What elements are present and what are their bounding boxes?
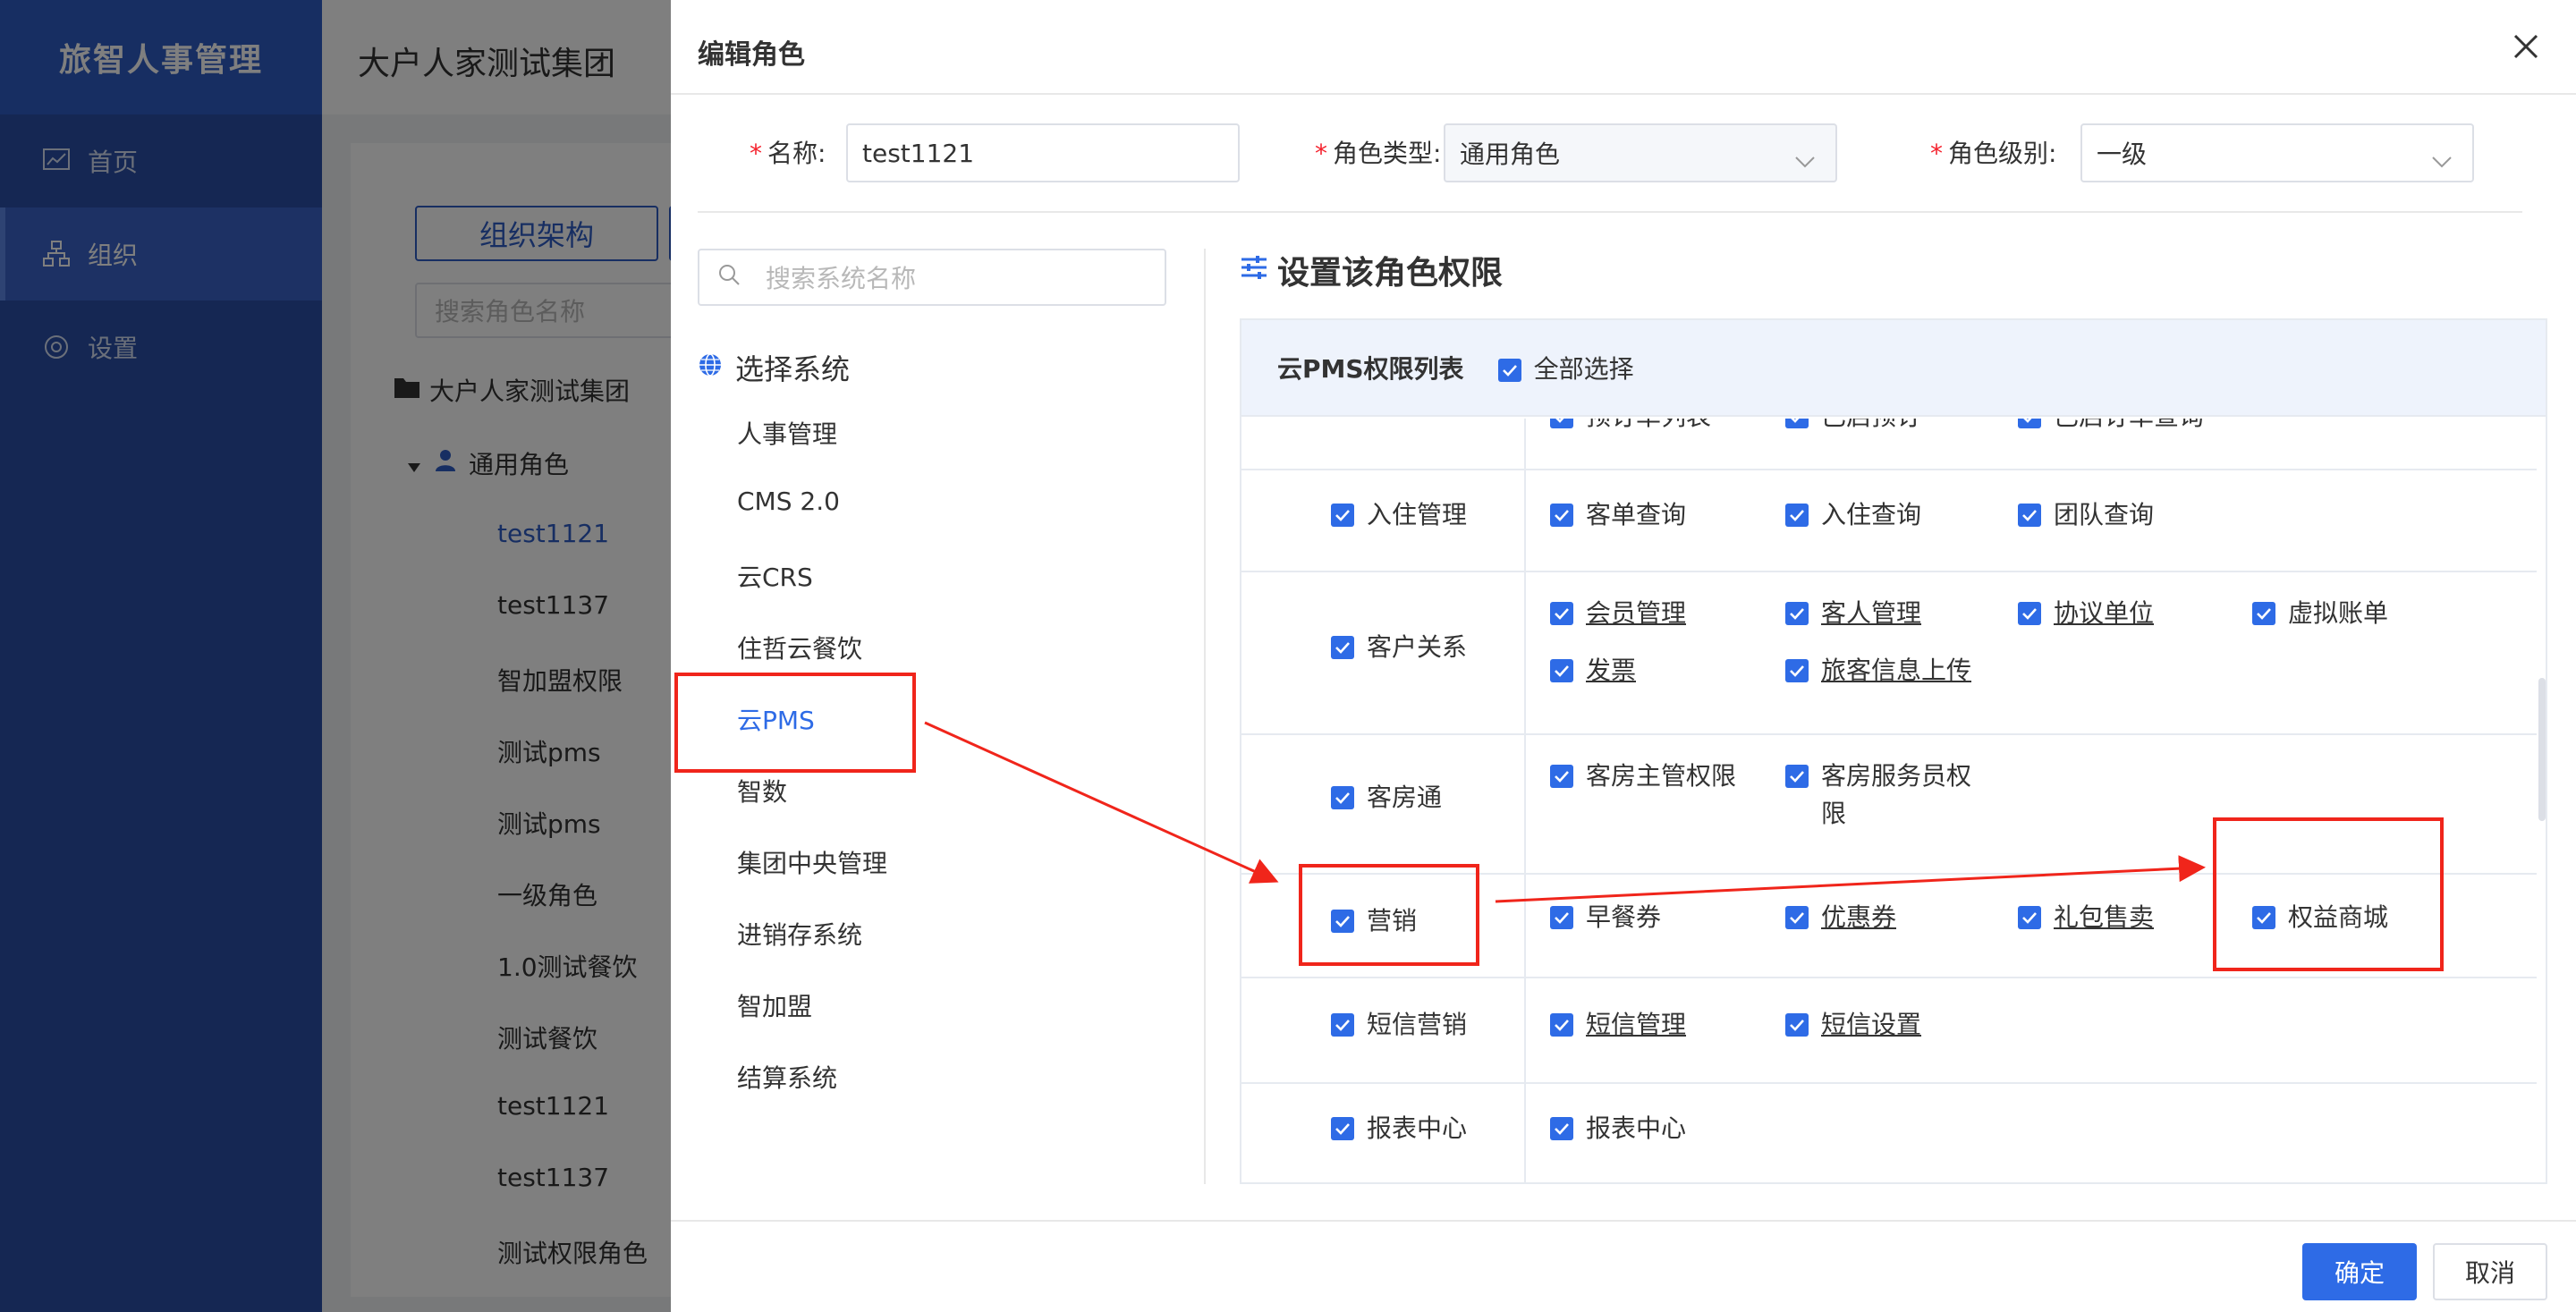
annotation-arrow-to-rights-mall: [1495, 855, 2206, 903]
annotation-arrow-to-marketing: [924, 721, 1279, 884]
annotation-arrows: [924, 721, 2206, 903]
